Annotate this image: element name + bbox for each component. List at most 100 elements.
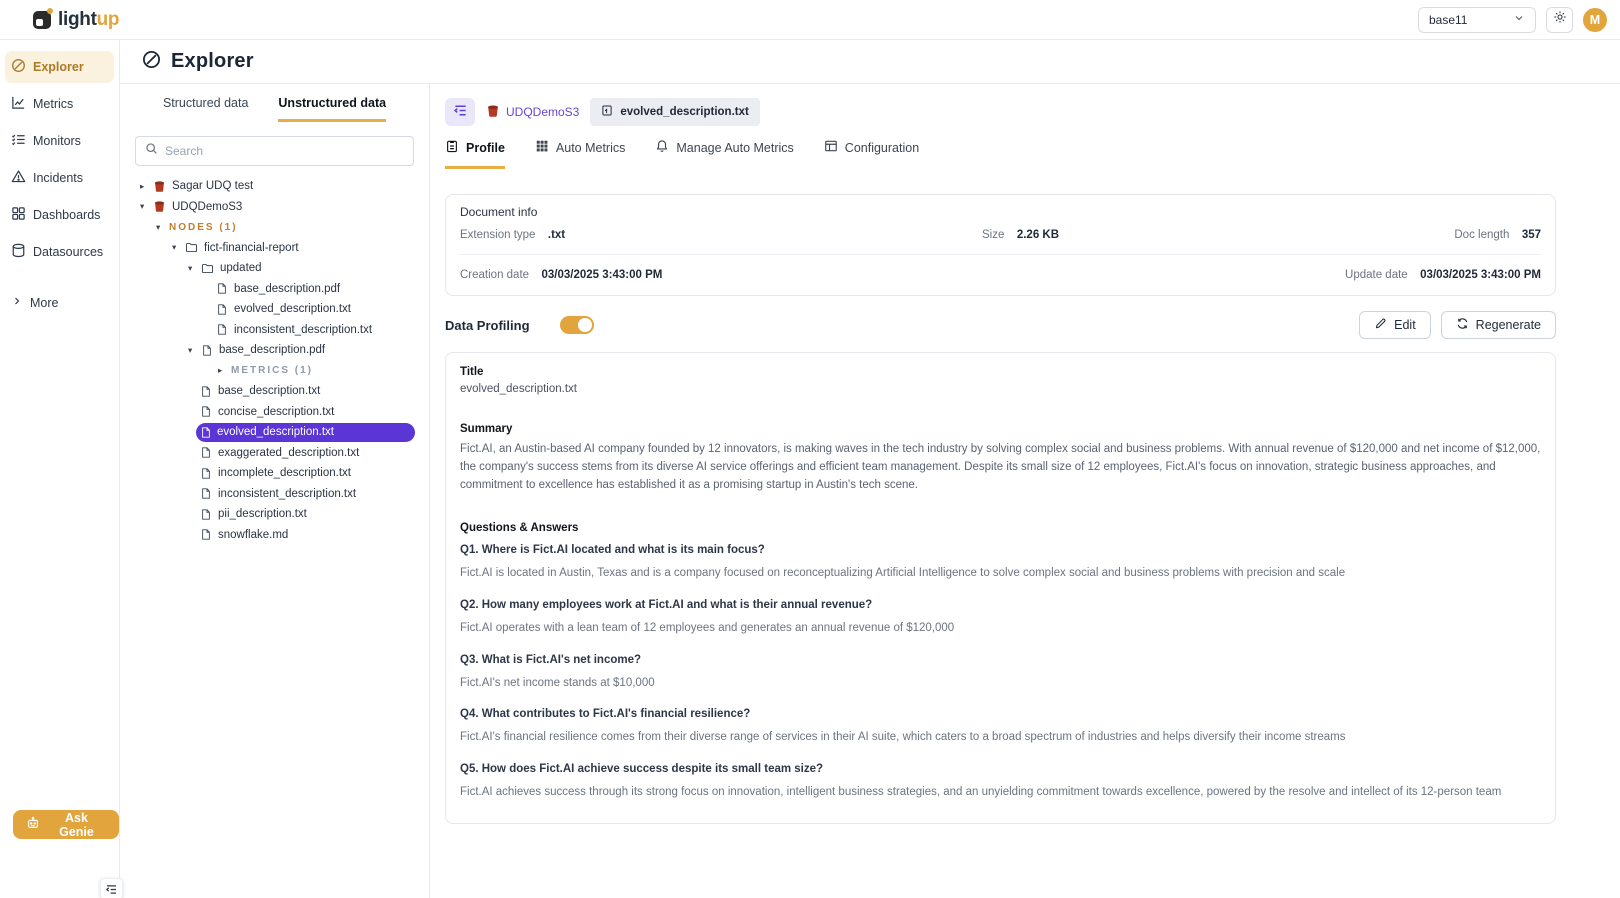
doc-length-value: 357: [1522, 229, 1541, 241]
lightup-logo-icon: [33, 11, 51, 29]
page-title: Explorer: [171, 50, 254, 73]
tree-item-file[interactable]: incomplete_description.txt: [120, 463, 429, 484]
breadcrumb-file-chip[interactable]: evolved_description.txt: [590, 98, 759, 126]
collapse-tree-panel-button[interactable]: [100, 878, 123, 898]
creation-date-label: Creation date: [460, 269, 529, 281]
search-icon: [145, 142, 158, 160]
gear-icon: [1553, 10, 1567, 29]
tree-item-folder[interactable]: ▾ fict-financial-report: [120, 238, 429, 259]
caret-down-icon[interactable]: ▾: [138, 201, 153, 212]
settings-button[interactable]: [1546, 7, 1573, 33]
tree-item-datasource[interactable]: ▾ UDQDemoS3: [120, 197, 429, 218]
size-label: Size: [982, 229, 1004, 241]
regenerate-button[interactable]: Regenerate: [1441, 311, 1556, 339]
workspace-select-value: base11: [1429, 13, 1467, 27]
caret-down-icon[interactable]: ▾: [170, 242, 185, 253]
sidebar-item-metrics[interactable]: Metrics: [5, 88, 114, 120]
caret-right-icon[interactable]: ▸: [216, 365, 231, 376]
selected-file-pill: evolved_description.txt: [196, 423, 415, 442]
update-date-value: 03/03/2025 3:43:00 PM: [1420, 269, 1541, 281]
folder-icon: [201, 262, 214, 275]
compass-icon: [11, 58, 26, 76]
folder-icon: [185, 241, 198, 254]
sidebar-item-datasources[interactable]: Datasources: [5, 236, 114, 268]
tree-item-file[interactable]: concise_description.txt: [120, 402, 429, 423]
tree-item-file[interactable]: evolved_description.txt: [120, 299, 429, 320]
tab-auto-metrics[interactable]: Auto Metrics: [535, 139, 625, 169]
sidebar-item-more[interactable]: More: [5, 288, 114, 317]
profile-content-card: Title evolved_description.txt Summary Fi…: [445, 352, 1556, 824]
tab-structured-data[interactable]: Structured data: [163, 96, 248, 122]
sidebar: Explorer Metrics Monitors Incidents Dash…: [0, 40, 120, 898]
warning-icon: [11, 169, 26, 187]
breadcrumb: UDQDemoS3 evolved_description.txt: [445, 98, 1556, 126]
tree-item-file[interactable]: snowflake.md: [120, 525, 429, 546]
tab-profile[interactable]: Profile: [445, 139, 505, 169]
grid-icon: [11, 206, 26, 224]
caret-down-icon[interactable]: ▾: [186, 345, 201, 356]
database-icon: [11, 243, 26, 261]
question: Q1. Where is Fict.AI located and what is…: [460, 544, 1541, 556]
sidebar-item-label: More: [30, 296, 58, 310]
sidebar-item-incidents[interactable]: Incidents: [5, 162, 114, 194]
tree-item-file[interactable]: base_description.txt: [120, 381, 429, 402]
ask-genie-button[interactable]: Ask Genie: [13, 810, 119, 839]
sidebar-item-label: Dashboards: [33, 208, 100, 222]
tree-item-file[interactable]: ▾ base_description.pdf: [120, 340, 429, 361]
tree-search: [135, 136, 414, 166]
answer: Fict.AI is located in Austin, Texas and …: [460, 565, 1541, 582]
tree-item-file[interactable]: inconsistent_description.txt: [120, 484, 429, 505]
workspace-select[interactable]: base11: [1418, 7, 1536, 33]
caret-right-icon[interactable]: ▸: [138, 181, 153, 192]
chart-icon: [11, 95, 26, 113]
caret-down-icon[interactable]: ▾: [186, 263, 201, 274]
tree-group-metrics[interactable]: ▸ METRICS (1): [120, 361, 429, 382]
tab-unstructured-data[interactable]: Unstructured data: [278, 96, 386, 122]
data-profiling-toggle[interactable]: [560, 316, 594, 334]
datasource-icon: [486, 104, 500, 121]
tree-item-file[interactable]: inconsistent_description.txt: [120, 320, 429, 341]
file-icon: [200, 405, 212, 418]
answer: Fict.AI operates with a lean team of 12 …: [460, 620, 1541, 637]
datasource-icon: [153, 200, 166, 213]
question: Q2. How many employees work at Fict.AI a…: [460, 599, 1541, 611]
sidebar-item-label: Explorer: [33, 60, 84, 74]
file-icon: [200, 467, 212, 480]
document-info-title: Document info: [460, 205, 1541, 219]
tree-item-folder[interactable]: ▾ updated: [120, 258, 429, 279]
caret-down-icon[interactable]: ▾: [154, 222, 169, 233]
answer: Fict.AI's financial resilience comes fro…: [460, 729, 1541, 746]
size-value: 2.26 KB: [1017, 229, 1059, 241]
tree-item-datasource[interactable]: ▸ Sagar UDQ test: [120, 176, 429, 197]
grid-icon: [535, 139, 549, 156]
tree-item-file[interactable]: base_description.pdf: [120, 279, 429, 300]
sidebar-item-explorer[interactable]: Explorer: [5, 51, 114, 83]
app-logo: lightup: [33, 9, 119, 31]
file-icon: [200, 487, 212, 500]
tab-manage-auto-metrics[interactable]: Manage Auto Metrics: [655, 139, 793, 169]
tree-item-file-selected[interactable]: evolved_description.txt: [120, 422, 429, 443]
summary-text: Fict.AI, an Austin-based AI company foun…: [460, 440, 1541, 494]
avatar[interactable]: M: [1583, 8, 1607, 32]
tree-group-nodes[interactable]: ▾ NODES (1): [120, 217, 429, 238]
sidebar-item-monitors[interactable]: Monitors: [5, 125, 114, 157]
file-icon: [200, 528, 212, 541]
edit-button[interactable]: Edit: [1359, 311, 1431, 339]
breadcrumb-datasource[interactable]: UDQDemoS3: [486, 104, 579, 121]
tree-item-file[interactable]: exaggerated_description.txt: [120, 443, 429, 464]
logo-text: lightup: [58, 9, 119, 31]
tree-item-file[interactable]: pii_description.txt: [120, 504, 429, 525]
answer: Fict.AI achieves success through its str…: [460, 784, 1541, 801]
sidebar-item-label: Monitors: [33, 134, 81, 148]
outline-toggle-button[interactable]: [445, 98, 475, 126]
data-profiling-row: Data Profiling Edit Regenerate: [445, 311, 1556, 339]
datasource-icon: [153, 180, 166, 193]
sidebar-item-dashboards[interactable]: Dashboards: [5, 199, 114, 231]
file-icon: [216, 303, 228, 316]
search-input[interactable]: [165, 144, 404, 158]
tab-configuration[interactable]: Configuration: [824, 139, 919, 169]
tree-panel: Structured data Unstructured data ▸ Saga…: [120, 84, 430, 898]
document-tabs: Profile Auto Metrics Manage Auto Metrics…: [445, 139, 1556, 170]
data-profiling-label: Data Profiling: [445, 318, 530, 333]
explorer-compass-icon: [142, 50, 161, 74]
